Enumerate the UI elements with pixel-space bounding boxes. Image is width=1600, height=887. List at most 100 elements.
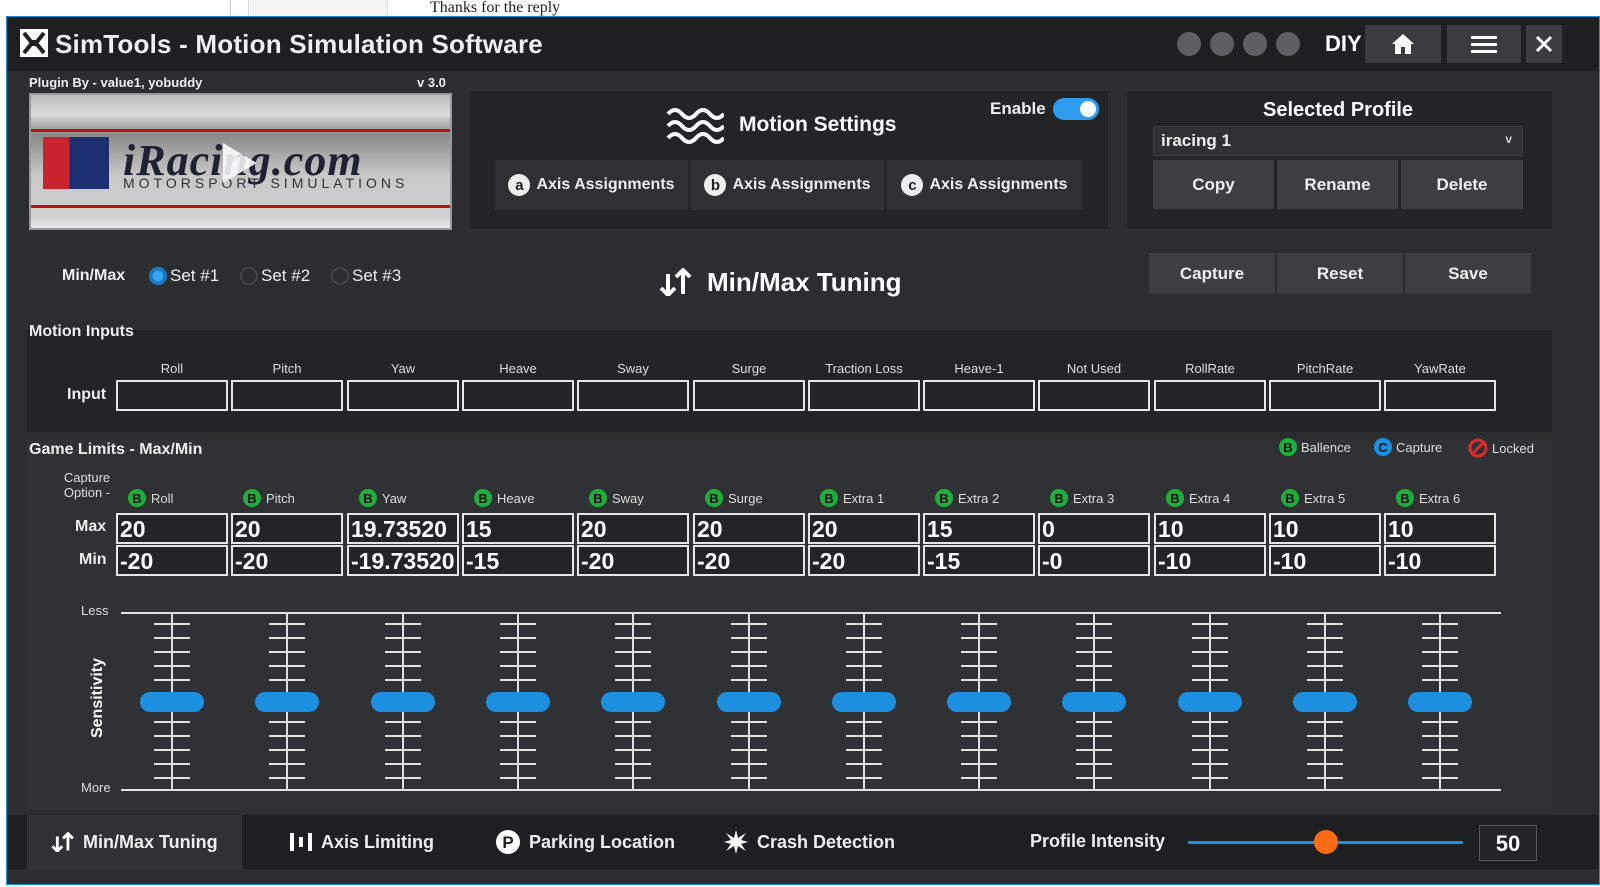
menu-button[interactable] (1447, 25, 1521, 63)
set-2-radio[interactable]: Set #2 (240, 266, 310, 286)
capture-option-toggle[interactable]: B Extra 3 (1050, 489, 1114, 507)
tab-minmax-tuning[interactable]: Min/Max Tuning (27, 815, 242, 869)
sensitivity-slider[interactable] (140, 613, 204, 790)
slider-handle[interactable] (1062, 692, 1126, 712)
sensitivity-slider[interactable] (1408, 613, 1472, 790)
copy-button[interactable]: Copy (1153, 160, 1274, 209)
rename-button[interactable]: Rename (1277, 160, 1398, 209)
slider-handle[interactable] (486, 692, 550, 712)
motion-input-field[interactable] (1038, 380, 1150, 411)
sensitivity-slider[interactable] (601, 613, 665, 790)
slider-handle[interactable] (371, 692, 435, 712)
min-value-field[interactable]: -20 (116, 545, 228, 576)
max-value-field[interactable]: 10 (1384, 513, 1496, 544)
capture-option-toggle[interactable]: B Surge (705, 489, 763, 507)
capture-option-toggle[interactable]: B Roll (128, 489, 173, 507)
save-button[interactable]: Save (1405, 253, 1531, 294)
slider-handle[interactable] (717, 692, 781, 712)
sensitivity-slider[interactable] (255, 613, 319, 790)
capture-option-toggle[interactable]: B Pitch (243, 489, 295, 507)
set-3-radio[interactable]: Set #3 (331, 266, 401, 286)
max-value-field[interactable]: 0 (1038, 513, 1150, 544)
axis-assignments-b-button[interactable]: b Axis Assignments (691, 160, 884, 210)
profile-intensity-value[interactable]: 50 (1479, 825, 1537, 861)
capture-option-toggle[interactable]: B Heave (474, 489, 535, 507)
min-value-field[interactable]: -0 (1038, 545, 1150, 576)
download-icon[interactable] (1177, 32, 1201, 56)
capture-button[interactable]: Capture (1149, 253, 1275, 294)
motion-input-field[interactable] (462, 380, 574, 411)
settings-gear-icon[interactable] (1210, 32, 1234, 56)
min-value-field[interactable]: -20 (577, 545, 689, 576)
slider-handle[interactable] (255, 692, 319, 712)
delete-button[interactable]: Delete (1401, 160, 1523, 209)
slider-handle[interactable] (140, 692, 204, 712)
capture-option-toggle[interactable]: B Sway (589, 489, 644, 507)
capture-option-toggle[interactable]: B Extra 5 (1281, 489, 1345, 507)
motion-input-field[interactable] (231, 380, 343, 411)
slider-handle[interactable] (1408, 692, 1472, 712)
min-value-field[interactable]: -19.73520 (347, 545, 459, 576)
motion-input-field[interactable] (1269, 380, 1381, 411)
sensitivity-slider[interactable] (832, 613, 896, 790)
tab-axis-limiting[interactable]: Axis Limiting (265, 815, 458, 869)
motion-input-field[interactable] (116, 380, 228, 411)
min-value-field[interactable]: -15 (462, 545, 574, 576)
sensitivity-slider[interactable] (1062, 613, 1126, 790)
motion-input-field[interactable] (577, 380, 689, 411)
edit-icon[interactable] (1243, 32, 1267, 56)
min-value-field[interactable]: -10 (1154, 545, 1266, 576)
capture-option-toggle[interactable]: B Extra 1 (820, 489, 884, 507)
max-value-field[interactable]: 19.73520 (347, 513, 459, 544)
max-value-field[interactable]: 15 (462, 513, 574, 544)
slider-handle[interactable] (1178, 692, 1242, 712)
motion-input-field[interactable] (347, 380, 459, 411)
min-value-field[interactable]: -15 (923, 545, 1035, 576)
capture-option-toggle[interactable]: B Extra 4 (1166, 489, 1230, 507)
min-value-field[interactable]: -20 (693, 545, 805, 576)
capture-option-toggle[interactable]: B Yaw (359, 489, 406, 507)
motion-input-field[interactable] (1384, 380, 1496, 411)
axis-assignments-a-button[interactable]: a Axis Assignments (495, 160, 688, 210)
min-value-field[interactable]: -10 (1384, 545, 1496, 576)
sensitivity-slider[interactable] (371, 613, 435, 790)
sensitivity-slider[interactable] (1293, 613, 1357, 790)
motion-input-field[interactable] (693, 380, 805, 411)
min-value-field[interactable]: -20 (231, 545, 343, 576)
axis-assignments-c-button[interactable]: c Axis Assignments (887, 160, 1082, 210)
capture-option-toggle[interactable]: B Extra 6 (1396, 489, 1460, 507)
slider-handle[interactable] (601, 692, 665, 712)
tab-crash-detection[interactable]: Crash Detection (699, 815, 919, 869)
profile-select[interactable]: iracing 1 v (1153, 126, 1523, 156)
plugin-banner[interactable]: iRacing.com MOTORSPORT SIMULATIONS (29, 93, 452, 230)
reset-button[interactable]: Reset (1277, 253, 1403, 294)
set-1-radio[interactable]: Set #1 (149, 266, 219, 286)
slider-handle[interactable] (1293, 692, 1357, 712)
close-button[interactable] (1526, 25, 1562, 63)
power-icon[interactable] (1276, 32, 1300, 56)
capture-option-toggle[interactable]: B Extra 2 (935, 489, 999, 507)
play-icon[interactable] (223, 143, 257, 183)
sensitivity-slider[interactable] (1178, 613, 1242, 790)
max-value-field[interactable]: 10 (1154, 513, 1266, 544)
max-value-field[interactable]: 15 (923, 513, 1035, 544)
min-value-field[interactable]: -20 (808, 545, 920, 576)
sensitivity-slider[interactable] (947, 613, 1011, 790)
min-value-field[interactable]: -10 (1269, 545, 1381, 576)
slider-handle[interactable] (947, 692, 1011, 712)
max-value-field[interactable]: 20 (808, 513, 920, 544)
title-bar[interactable]: SimTools - Motion Simulation Software DI… (7, 17, 1599, 71)
tab-parking-location[interactable]: P Parking Location (471, 815, 699, 869)
profile-intensity-knob[interactable] (1314, 830, 1338, 854)
motion-input-field[interactable] (923, 380, 1035, 411)
max-value-field[interactable]: 10 (1269, 513, 1381, 544)
max-value-field[interactable]: 20 (577, 513, 689, 544)
max-value-field[interactable]: 20 (693, 513, 805, 544)
max-value-field[interactable]: 20 (116, 513, 228, 544)
slider-handle[interactable] (832, 692, 896, 712)
diy-label[interactable]: DIY (1325, 31, 1362, 57)
home-button[interactable] (1365, 25, 1441, 63)
sensitivity-slider[interactable] (717, 613, 781, 790)
enable-toggle[interactable] (1053, 98, 1099, 120)
motion-input-field[interactable] (808, 380, 920, 411)
